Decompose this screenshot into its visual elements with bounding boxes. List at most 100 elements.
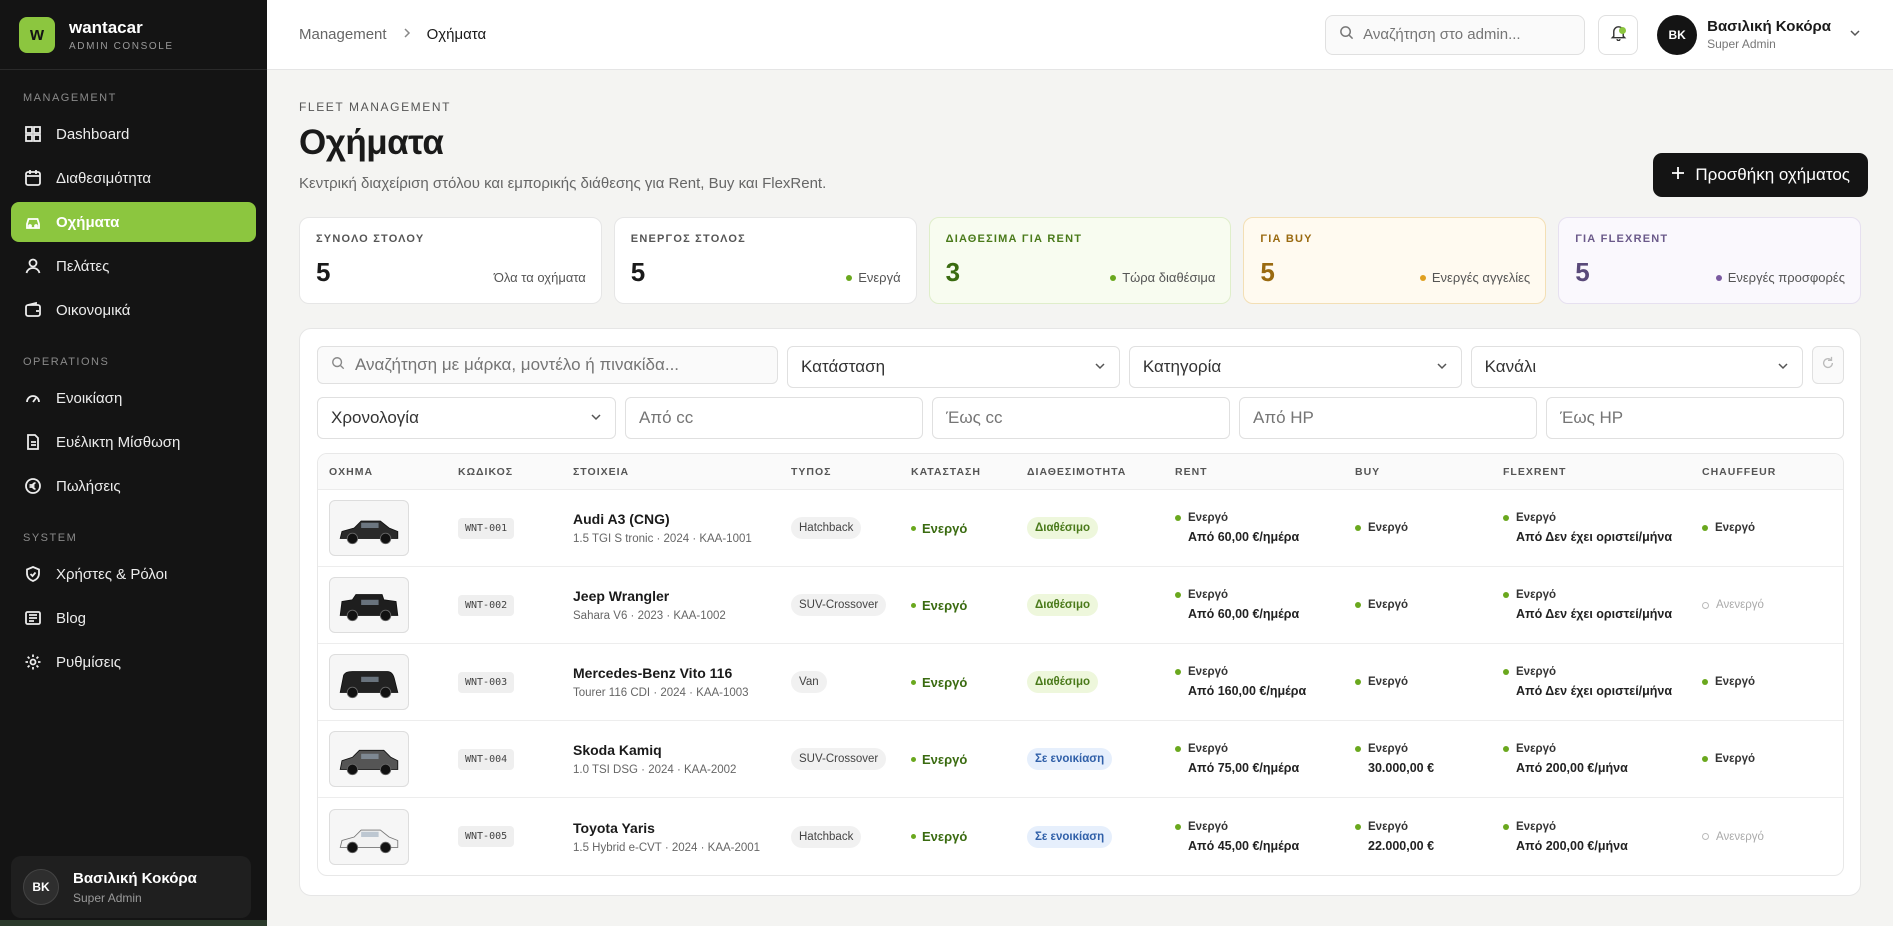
vehicle-thumbnail[interactable]	[329, 808, 409, 865]
hp-to-input[interactable]	[1560, 408, 1830, 428]
cc-to-input[interactable]	[946, 408, 1216, 428]
sidebar-item[interactable]: Dashboard	[11, 114, 256, 154]
stat-label: ΓΙΑ FLEXRENT	[1575, 233, 1669, 245]
chauffeur-status: Ανενεργό	[1702, 599, 1802, 611]
stat-card: ΓΙΑ FLEXRENT 5 Ενεργές προσφορές	[1558, 217, 1861, 304]
gear-icon	[24, 653, 42, 671]
channel-price: Από 75,00 €/ημέρα	[1188, 761, 1300, 775]
brand-logo: w	[19, 16, 55, 53]
user-menu[interactable]: ΒΚ Βασιλική Κοκόρα Super Admin	[1657, 14, 1861, 55]
cc-to-field[interactable]	[932, 397, 1230, 439]
status-dot	[1355, 525, 1361, 531]
vehicle-thumbnail[interactable]	[329, 731, 409, 787]
year-select[interactable]: Χρονολογία	[317, 397, 616, 439]
vehicle-name[interactable]: Skoda Kamiq	[573, 742, 791, 758]
stat-card: ΔΙΑΘΕΣΙΜΑ ΓΙΑ RENT 3 Τώρα διαθέσιμα	[928, 217, 1232, 304]
topbar: Management Οχήματα ΒΚ Βασιλική Κοκόρα Su…	[267, 0, 1893, 70]
chauffeur-status-text: Ενεργό	[1715, 676, 1756, 688]
chauffeur-status-text: Ανενεργό	[1716, 830, 1764, 843]
reset-filters-button[interactable]	[1812, 346, 1845, 384]
table-row[interactable]: WNT-003 Mercedes-Benz Vito 116 Tourer 116…	[318, 644, 1843, 721]
stat-card: ΕΝΕΡΓΟΣ ΣΤΟΛΟΣ 5 Ενεργά	[613, 217, 917, 304]
brand[interactable]: w wantacar ADMIN CONSOLE	[0, 0, 267, 70]
vehicle-search[interactable]	[317, 346, 779, 384]
vehicle-name[interactable]: Toyota Yaris	[573, 820, 791, 836]
sidebar-item[interactable]: Οικονομικά	[11, 290, 256, 330]
sidebar-item[interactable]: Οχήματα	[11, 202, 256, 242]
vehicle-details: 1.0 TSI DSG · 2024 · ΚΑΑ-2002	[573, 764, 737, 776]
channel-status-text: Ενεργό	[1368, 676, 1409, 688]
vehicle-search-input[interactable]	[355, 355, 765, 375]
channel-status-text: Ενεργό	[1516, 589, 1557, 601]
table-row[interactable]: WNT-004 Skoda Kamiq 1.0 TSI DSG · 2024 · …	[318, 721, 1843, 798]
chauffeur-status: Ενεργό	[1702, 676, 1802, 688]
column-header: ΤΥΠΟΣ	[791, 465, 832, 478]
notifications-button[interactable]	[1598, 14, 1639, 55]
vehicle-thumbnail[interactable]	[329, 500, 409, 556]
hp-from-field[interactable]	[1239, 397, 1537, 439]
vehicle-thumbnail[interactable]	[329, 654, 409, 710]
channel-price: Από 200,00 €/μήνα	[1516, 838, 1628, 853]
category-select[interactable]: Κατηγορία	[1128, 346, 1462, 388]
sidebar-item[interactable]: Ευέλικτη Μίσθωση	[11, 422, 256, 462]
vehicle-status: Ενεργό	[911, 675, 1027, 690]
sidebar-item-label: Πελάτες	[56, 257, 110, 275]
channel-status: Ενεργό	[1175, 666, 1355, 678]
vehicle-name[interactable]: Audi A3 (CNG)	[573, 511, 791, 527]
hp-from-input[interactable]	[1253, 408, 1523, 428]
table-row[interactable]: WNT-005 Toyota Yaris 1.5 Hybrid e-CVT · 2…	[318, 798, 1843, 875]
sidebar-item-label: Χρήστες & Ρόλοι	[56, 565, 168, 583]
sidebar-item[interactable]: Blog	[11, 598, 256, 638]
cc-from-field[interactable]	[625, 397, 923, 439]
vehicle-name[interactable]: Mercedes-Benz Vito 116	[573, 665, 791, 681]
stat-value: 5	[1575, 257, 1590, 287]
status-select[interactable]: Κατάσταση	[787, 346, 1120, 388]
sidebar-item[interactable]: Χρήστες & Ρόλοι	[11, 554, 256, 594]
status-dot	[846, 274, 853, 281]
search-icon	[1339, 25, 1354, 44]
channel-status: Ενεργό	[1503, 821, 1702, 833]
breadcrumb-item[interactable]: Management	[299, 26, 387, 43]
chauffeur-status-text: Ενεργό	[1715, 753, 1756, 765]
status-dot	[1503, 746, 1509, 752]
column-header: CHAUFFEUR	[1702, 465, 1777, 478]
table-row[interactable]: WNT-001 Audi A3 (CNG) 1.5 TGI S tronic · …	[318, 490, 1843, 567]
channel-status: Ενεργό	[1175, 743, 1355, 755]
add-vehicle-button[interactable]: Προσθήκη οχήματος	[1653, 153, 1868, 197]
stats-row: ΣΥΝΟΛΟ ΣΤΟΛΟΥ 5 Όλα τα οχήματα ΕΝΕΡΓΟΣ ΣΤ…	[299, 217, 1861, 304]
hp-to-field[interactable]	[1546, 397, 1844, 439]
vehicle-details: Sahara V6 · 2023 · ΚΑΑ-1002	[573, 610, 726, 622]
admin-search-input[interactable]	[1363, 26, 1572, 43]
nav-section-title: OPERATIONS	[23, 356, 110, 368]
vehicles-table: ΟΧΗΜΑ ΚΩΔΙΚΟΣ ΣΤΟΙΧΕΙΑ ΤΥΠΟΣ ΚΑΤΑΣΤΑΣΗ ΔΙΑΘΕΣ…	[317, 453, 1844, 876]
sidebar-item[interactable]: Πωλήσεις	[11, 466, 256, 506]
cc-from-input[interactable]	[639, 408, 909, 428]
column-header: ΔΙΑΘΕΣΙΜΟΤΗΤΑ	[1027, 465, 1127, 478]
vehicle-status: Ενεργό	[911, 752, 1027, 767]
stat-note-text: Ενεργές προσφορές	[1727, 270, 1845, 285]
status-dot	[911, 756, 916, 762]
sidebar-item[interactable]: Ρυθμίσεις	[11, 642, 256, 682]
vehicle-code: WNT-002	[458, 594, 515, 616]
sidebar-item-label: Dashboard	[56, 125, 130, 143]
admin-search[interactable]	[1325, 14, 1586, 55]
channel-select[interactable]: Κανάλι	[1470, 346, 1804, 388]
status-dot	[1175, 746, 1181, 752]
chauffeur-status-text: Ενεργό	[1715, 522, 1756, 534]
channel-price: Από 45,00 €/ημέρα	[1188, 838, 1300, 853]
table-row[interactable]: WNT-002 Jeep Wrangler Sahara V6 · 2023 · …	[318, 567, 1843, 644]
sidebar-item-label: Ενοικίαση	[56, 389, 123, 407]
sidebar-item-label: Ευέλικτη Μίσθωση	[56, 433, 181, 451]
vehicle-thumbnail[interactable]	[329, 577, 409, 633]
sidebar-item[interactable]: Ενοικίαση	[11, 378, 256, 418]
user-role: Super Admin	[73, 890, 142, 905]
column-header: RENT	[1175, 465, 1208, 478]
sidebar-item[interactable]: Πελάτες	[11, 246, 256, 286]
sidebar-item[interactable]: Διαθεσιμότητα	[11, 158, 256, 198]
user-role: Super Admin	[1707, 37, 1776, 51]
sidebar-user-card[interactable]: ΒΚ Βασιλική Κοκόρα Super Admin	[11, 856, 251, 918]
vehicle-name[interactable]: Jeep Wrangler	[573, 588, 791, 604]
status-bar	[0, 920, 267, 926]
shield-icon	[24, 565, 42, 583]
status-dot	[1355, 823, 1361, 830]
